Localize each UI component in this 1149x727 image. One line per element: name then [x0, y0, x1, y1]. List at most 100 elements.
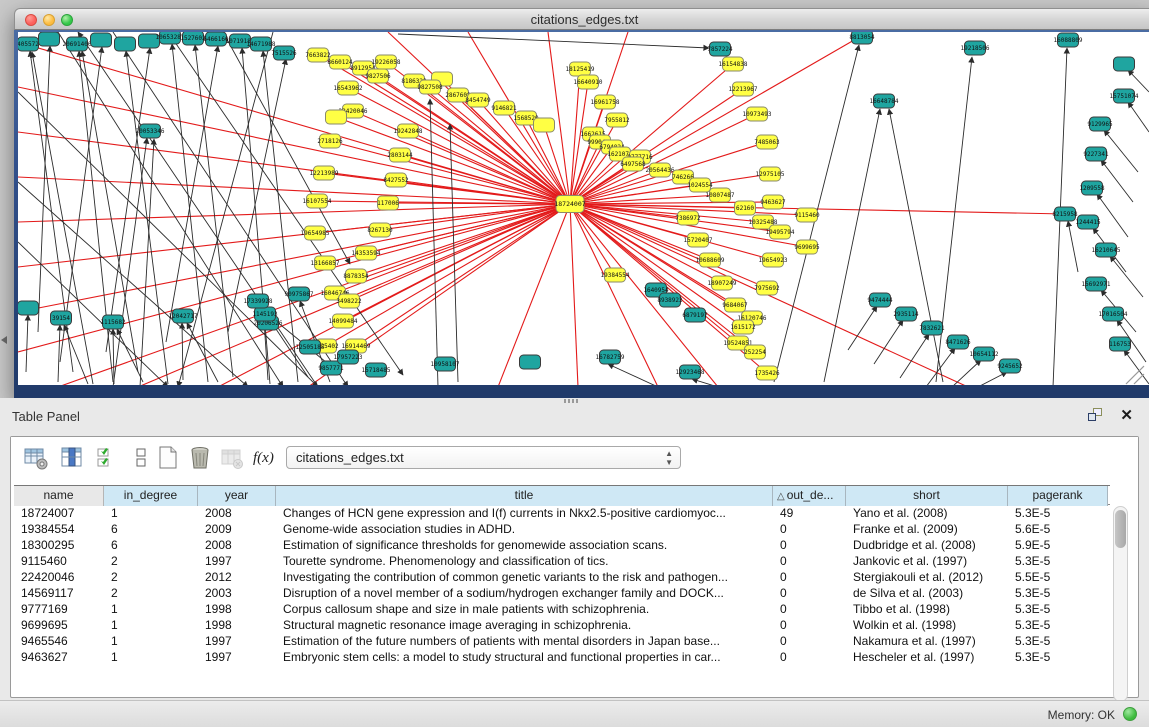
table-row[interactable]: 911546021997Tourette syndrome. Phenomeno…: [14, 553, 1110, 569]
network-node[interactable]: 8660124: [327, 55, 353, 69]
network-node[interactable]: 12213989: [310, 166, 339, 180]
table-row[interactable]: 1830029562008Estimation of significance …: [14, 537, 1110, 553]
network-edge[interactable]: [874, 320, 903, 364]
network-node[interactable]: [91, 33, 112, 47]
network-node[interactable]: 2803144: [387, 148, 413, 162]
network-node[interactable]: 13166857: [311, 256, 340, 270]
delete-icon[interactable]: [187, 445, 213, 471]
vertical-scrollbar[interactable]: [1113, 506, 1128, 702]
network-node[interactable]: 15751074: [1110, 89, 1139, 103]
column-header-short[interactable]: short: [846, 486, 1008, 506]
network-edge[interactable]: [18, 242, 168, 385]
table-select-dropdown[interactable]: citations_edges.txt ▲▼: [286, 446, 681, 469]
column-header-name[interactable]: name: [14, 486, 104, 506]
table-row[interactable]: 2242004622012Investigating the contribut…: [14, 569, 1110, 585]
network-node[interactable]: 9474444: [867, 293, 893, 307]
table-row[interactable]: 969969511998Structural magnetic resonanc…: [14, 617, 1110, 633]
network-edge[interactable]: [113, 329, 114, 384]
network-edge[interactable]: [570, 204, 578, 385]
table-row[interactable]: 946554611997Estimation of the future num…: [14, 633, 1110, 649]
network-edge[interactable]: [430, 99, 438, 385]
network-node[interactable]: 8215958: [1052, 207, 1078, 221]
column-visibility-icon[interactable]: [59, 445, 85, 471]
close-panel-icon[interactable]: ✕: [1120, 406, 1133, 424]
network-node[interactable]: 7386972: [675, 211, 701, 225]
network-edge[interactable]: [348, 88, 570, 204]
network-canvas[interactable]: 2405572420691406106532871527602646616010…: [18, 32, 1149, 385]
network-node[interactable]: 1024554: [687, 178, 713, 192]
network-node[interactable]: 9463627: [760, 195, 786, 209]
network-edge[interactable]: [1104, 130, 1138, 172]
network-edge[interactable]: [228, 59, 286, 332]
network-edge[interactable]: [889, 109, 943, 382]
network-node[interactable]: 18724007: [554, 196, 585, 213]
network-node[interactable]: 10654112: [970, 347, 999, 361]
network-node[interactable]: [18, 301, 39, 315]
network-node[interactable]: 10958107: [431, 357, 460, 371]
network-node[interactable]: 12975105: [756, 167, 785, 181]
network-edge[interactable]: [1097, 194, 1128, 237]
table-row[interactable]: 1872400712008Changes of HCN gene express…: [14, 505, 1110, 521]
network-node[interactable]: 9827506: [365, 69, 391, 83]
network-node[interactable]: 1244415: [1075, 215, 1101, 229]
column-header-out_de[interactable]: △out_de...: [773, 486, 846, 506]
network-edge[interactable]: [1101, 160, 1133, 202]
network-node[interactable]: 6497568: [620, 157, 646, 171]
network-node[interactable]: 15720407: [684, 233, 713, 247]
network-node[interactable]: 7857224: [707, 42, 733, 56]
network-node[interactable]: [1114, 57, 1135, 71]
network-node[interactable]: [326, 110, 347, 124]
network-node[interactable]: 90975867: [285, 287, 314, 301]
network-node[interactable]: 9115460: [794, 208, 820, 222]
network-node[interactable]: 7515526: [271, 46, 297, 60]
network-node[interactable]: 19384554: [601, 268, 630, 282]
network-edge[interactable]: [172, 44, 208, 382]
network-node[interactable]: 1209558: [1079, 181, 1105, 195]
network-node[interactable]: 19226058: [372, 55, 401, 69]
network-node[interactable]: 18125419: [566, 62, 595, 76]
network-node[interactable]: 16154838: [719, 57, 748, 71]
network-node[interactable]: 9129965: [1087, 117, 1113, 131]
network-node[interactable]: [39, 32, 60, 46]
network-node[interactable]: 9827508: [417, 80, 443, 94]
network-edge[interactable]: [900, 334, 929, 378]
network-node[interactable]: 62160: [735, 201, 756, 215]
network-node[interactable]: [115, 37, 136, 51]
network-node[interactable]: 20691406: [63, 37, 92, 51]
network-node[interactable]: 8813054: [849, 32, 875, 44]
network-edge[interactable]: [166, 46, 218, 342]
network-node[interactable]: 17957223: [334, 350, 363, 364]
network-edge[interactable]: [978, 372, 1007, 385]
network-node[interactable]: 7832621: [919, 321, 945, 335]
network-node[interactable]: 10807487: [706, 188, 735, 202]
network-node[interactable]: 2935114: [893, 307, 919, 321]
network-node[interactable]: 14099484: [329, 314, 358, 328]
network-node[interactable]: 117006: [377, 196, 399, 210]
network-node[interactable]: 8878354: [343, 269, 369, 283]
network-node[interactable]: 3498222: [336, 294, 362, 308]
network-node[interactable]: 14353594: [352, 246, 381, 260]
network-node[interactable]: 12042717: [169, 309, 198, 323]
new-document-icon[interactable]: [155, 445, 181, 471]
network-node[interactable]: 16107554: [303, 194, 332, 208]
network-node[interactable]: 14671988: [247, 37, 276, 51]
column-header-title[interactable]: title: [276, 486, 773, 506]
network-edge[interactable]: [79, 51, 113, 382]
network-node[interactable]: [534, 118, 555, 132]
network-node[interactable]: 6879197: [682, 308, 708, 322]
network-node[interactable]: 16543962: [334, 81, 363, 95]
network-node[interactable]: 17339928: [244, 294, 273, 308]
window-titlebar[interactable]: citations_edges.txt: [14, 8, 1149, 30]
panel-collapse-arrow-icon[interactable]: [1, 336, 7, 344]
network-edge[interactable]: [78, 32, 318, 385]
network-edge[interactable]: [450, 124, 458, 382]
network-node[interactable]: 12923468: [676, 365, 705, 379]
network-edge[interactable]: [1124, 350, 1149, 384]
column-header-pagerank[interactable]: pagerank: [1008, 486, 1108, 506]
table-row[interactable]: 1456911722003Disruption of a novel membe…: [14, 585, 1110, 601]
network-node[interactable]: 7975692: [754, 281, 780, 295]
network-node[interactable]: 10973493: [743, 107, 772, 121]
table-row[interactable]: 946362711997Embryonic stem cells: a mode…: [14, 649, 1110, 665]
network-edge[interactable]: [1134, 374, 1144, 384]
network-node[interactable]: 116753: [1109, 337, 1131, 351]
